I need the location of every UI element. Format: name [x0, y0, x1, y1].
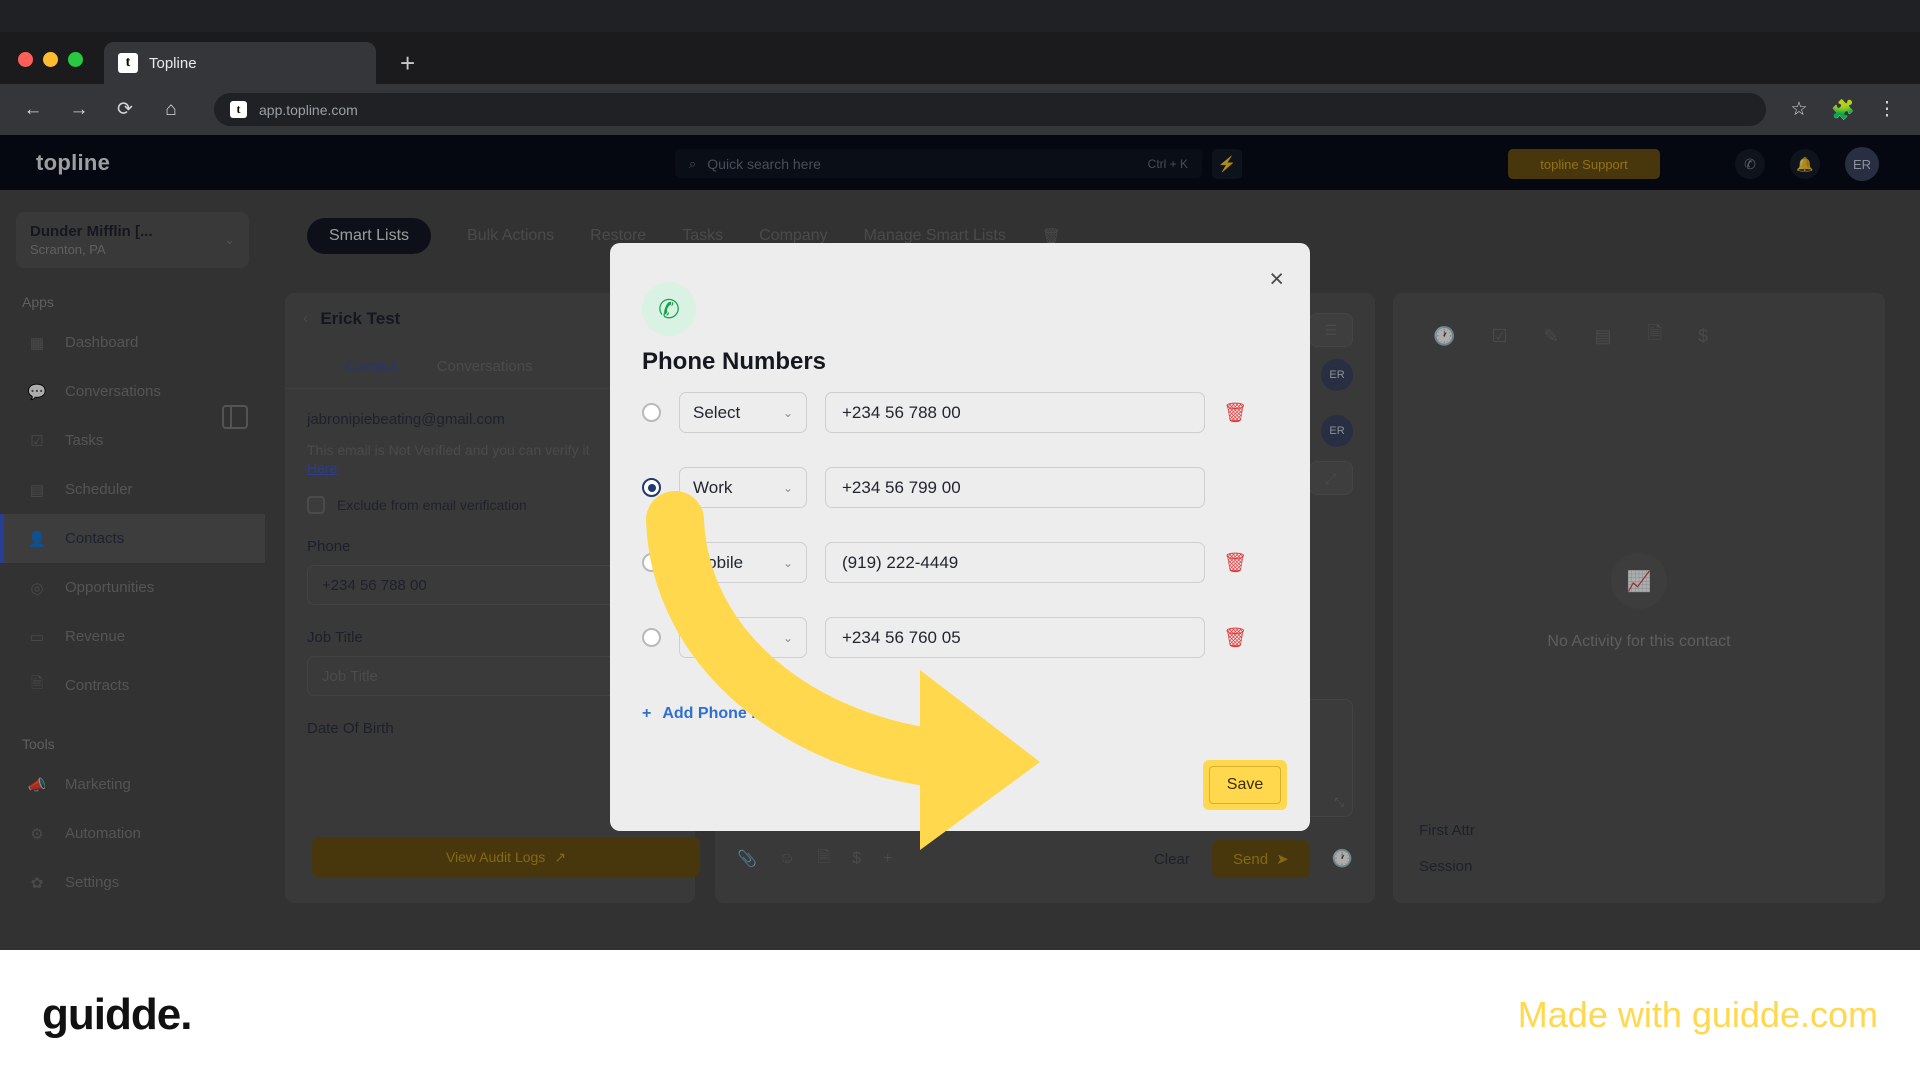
- delete-phone-icon[interactable]: 🗑: [1223, 551, 1247, 575]
- minimize-window-button[interactable]: [43, 52, 58, 67]
- chevron-down-icon: ⌄: [782, 555, 793, 570]
- phone-type-select[interactable]: Select ⌄: [679, 617, 807, 658]
- omnibox-bar: ← → ⟳ ⌂ t app.topline.com ☆ 🧩 ⋮: [0, 84, 1920, 135]
- add-phone-number-button[interactable]: + Add Phone Number: [642, 705, 812, 723]
- screen: t Topline + ← → ⟳ ⌂ t app.topline.com ☆ …: [0, 0, 1920, 1080]
- phone-number-input[interactable]: +234 56 799 00: [825, 467, 1205, 508]
- phone-numbers-modal: ×: [610, 243, 1310, 831]
- add-phone-label: Add Phone Number: [662, 705, 812, 722]
- modal-title: Phone Numbers: [642, 348, 827, 375]
- phone-number-input[interactable]: (919) 222-4449: [825, 542, 1205, 583]
- primary-phone-radio[interactable]: [642, 478, 661, 497]
- phone-icon: ✆: [642, 282, 696, 336]
- address-bar-url: app.topline.com: [259, 101, 358, 118]
- save-button[interactable]: Save: [1209, 766, 1281, 804]
- guidde-footer: guidde. Made with guidde.com: [0, 950, 1920, 1080]
- primary-phone-radio[interactable]: [642, 553, 661, 572]
- browser-tab[interactable]: t Topline: [104, 42, 376, 84]
- phone-type-value: Mobile: [693, 552, 744, 572]
- phone-type-value: Work: [693, 477, 733, 497]
- window-controls[interactable]: [18, 52, 83, 67]
- phone-row: Mobile ⌄ (919) 222-4449 🗑: [642, 542, 1247, 583]
- topline-favicon: t: [118, 53, 138, 73]
- phone-row: Select ⌄ +234 56 788 00 🗑: [642, 392, 1247, 433]
- browser-tab-title: Topline: [149, 54, 197, 72]
- plus-icon: +: [642, 705, 652, 722]
- maximize-window-button[interactable]: [68, 52, 83, 67]
- phone-type-select[interactable]: Mobile ⌄: [679, 542, 807, 583]
- made-with-text: Made with guidde.com: [1517, 994, 1878, 1035]
- browser-menu-icon[interactable]: ⋮: [1874, 98, 1900, 121]
- delete-phone-icon[interactable]: 🗑: [1223, 626, 1247, 650]
- delete-phone-icon[interactable]: 🗑: [1223, 401, 1247, 425]
- chevron-down-icon: ⌄: [782, 405, 793, 420]
- home-icon[interactable]: ⌂: [158, 99, 184, 121]
- phone-row: Work ⌄ +234 56 799 00: [642, 467, 1205, 508]
- chevron-down-icon: ⌄: [782, 630, 793, 645]
- phone-type-select[interactable]: Work ⌄: [679, 467, 807, 508]
- close-window-button[interactable]: [18, 52, 33, 67]
- phone-type-select[interactable]: Select ⌄: [679, 392, 807, 433]
- address-bar[interactable]: t app.topline.com: [214, 93, 1766, 126]
- new-tab-button[interactable]: +: [400, 50, 415, 76]
- close-icon[interactable]: ×: [1269, 265, 1284, 294]
- browser-chrome: t Topline + ← → ⟳ ⌂ t app.topline.com ☆ …: [0, 0, 1920, 135]
- chevron-down-icon: ⌄: [782, 480, 793, 495]
- omnibox-actions: ☆ 🧩 ⋮: [1786, 98, 1900, 122]
- phone-row: Select ⌄ +234 56 760 05 🗑: [642, 617, 1247, 658]
- phone-type-value: Select: [693, 627, 741, 647]
- reload-icon[interactable]: ⟳: [112, 98, 138, 121]
- primary-phone-radio[interactable]: [642, 628, 661, 647]
- primary-phone-radio[interactable]: [642, 403, 661, 422]
- bookmark-star-icon[interactable]: ☆: [1786, 98, 1812, 121]
- site-favicon: t: [230, 101, 247, 118]
- phone-number-input[interactable]: +234 56 788 00: [825, 392, 1205, 433]
- phone-number-input[interactable]: +234 56 760 05: [825, 617, 1205, 658]
- guidde-brand: guidde.: [42, 990, 192, 1039]
- save-button-highlight: Save: [1203, 760, 1287, 810]
- phone-type-value: Select: [693, 402, 741, 422]
- back-icon[interactable]: ←: [20, 99, 46, 121]
- extensions-icon[interactable]: 🧩: [1830, 98, 1856, 122]
- forward-icon[interactable]: →: [66, 99, 92, 121]
